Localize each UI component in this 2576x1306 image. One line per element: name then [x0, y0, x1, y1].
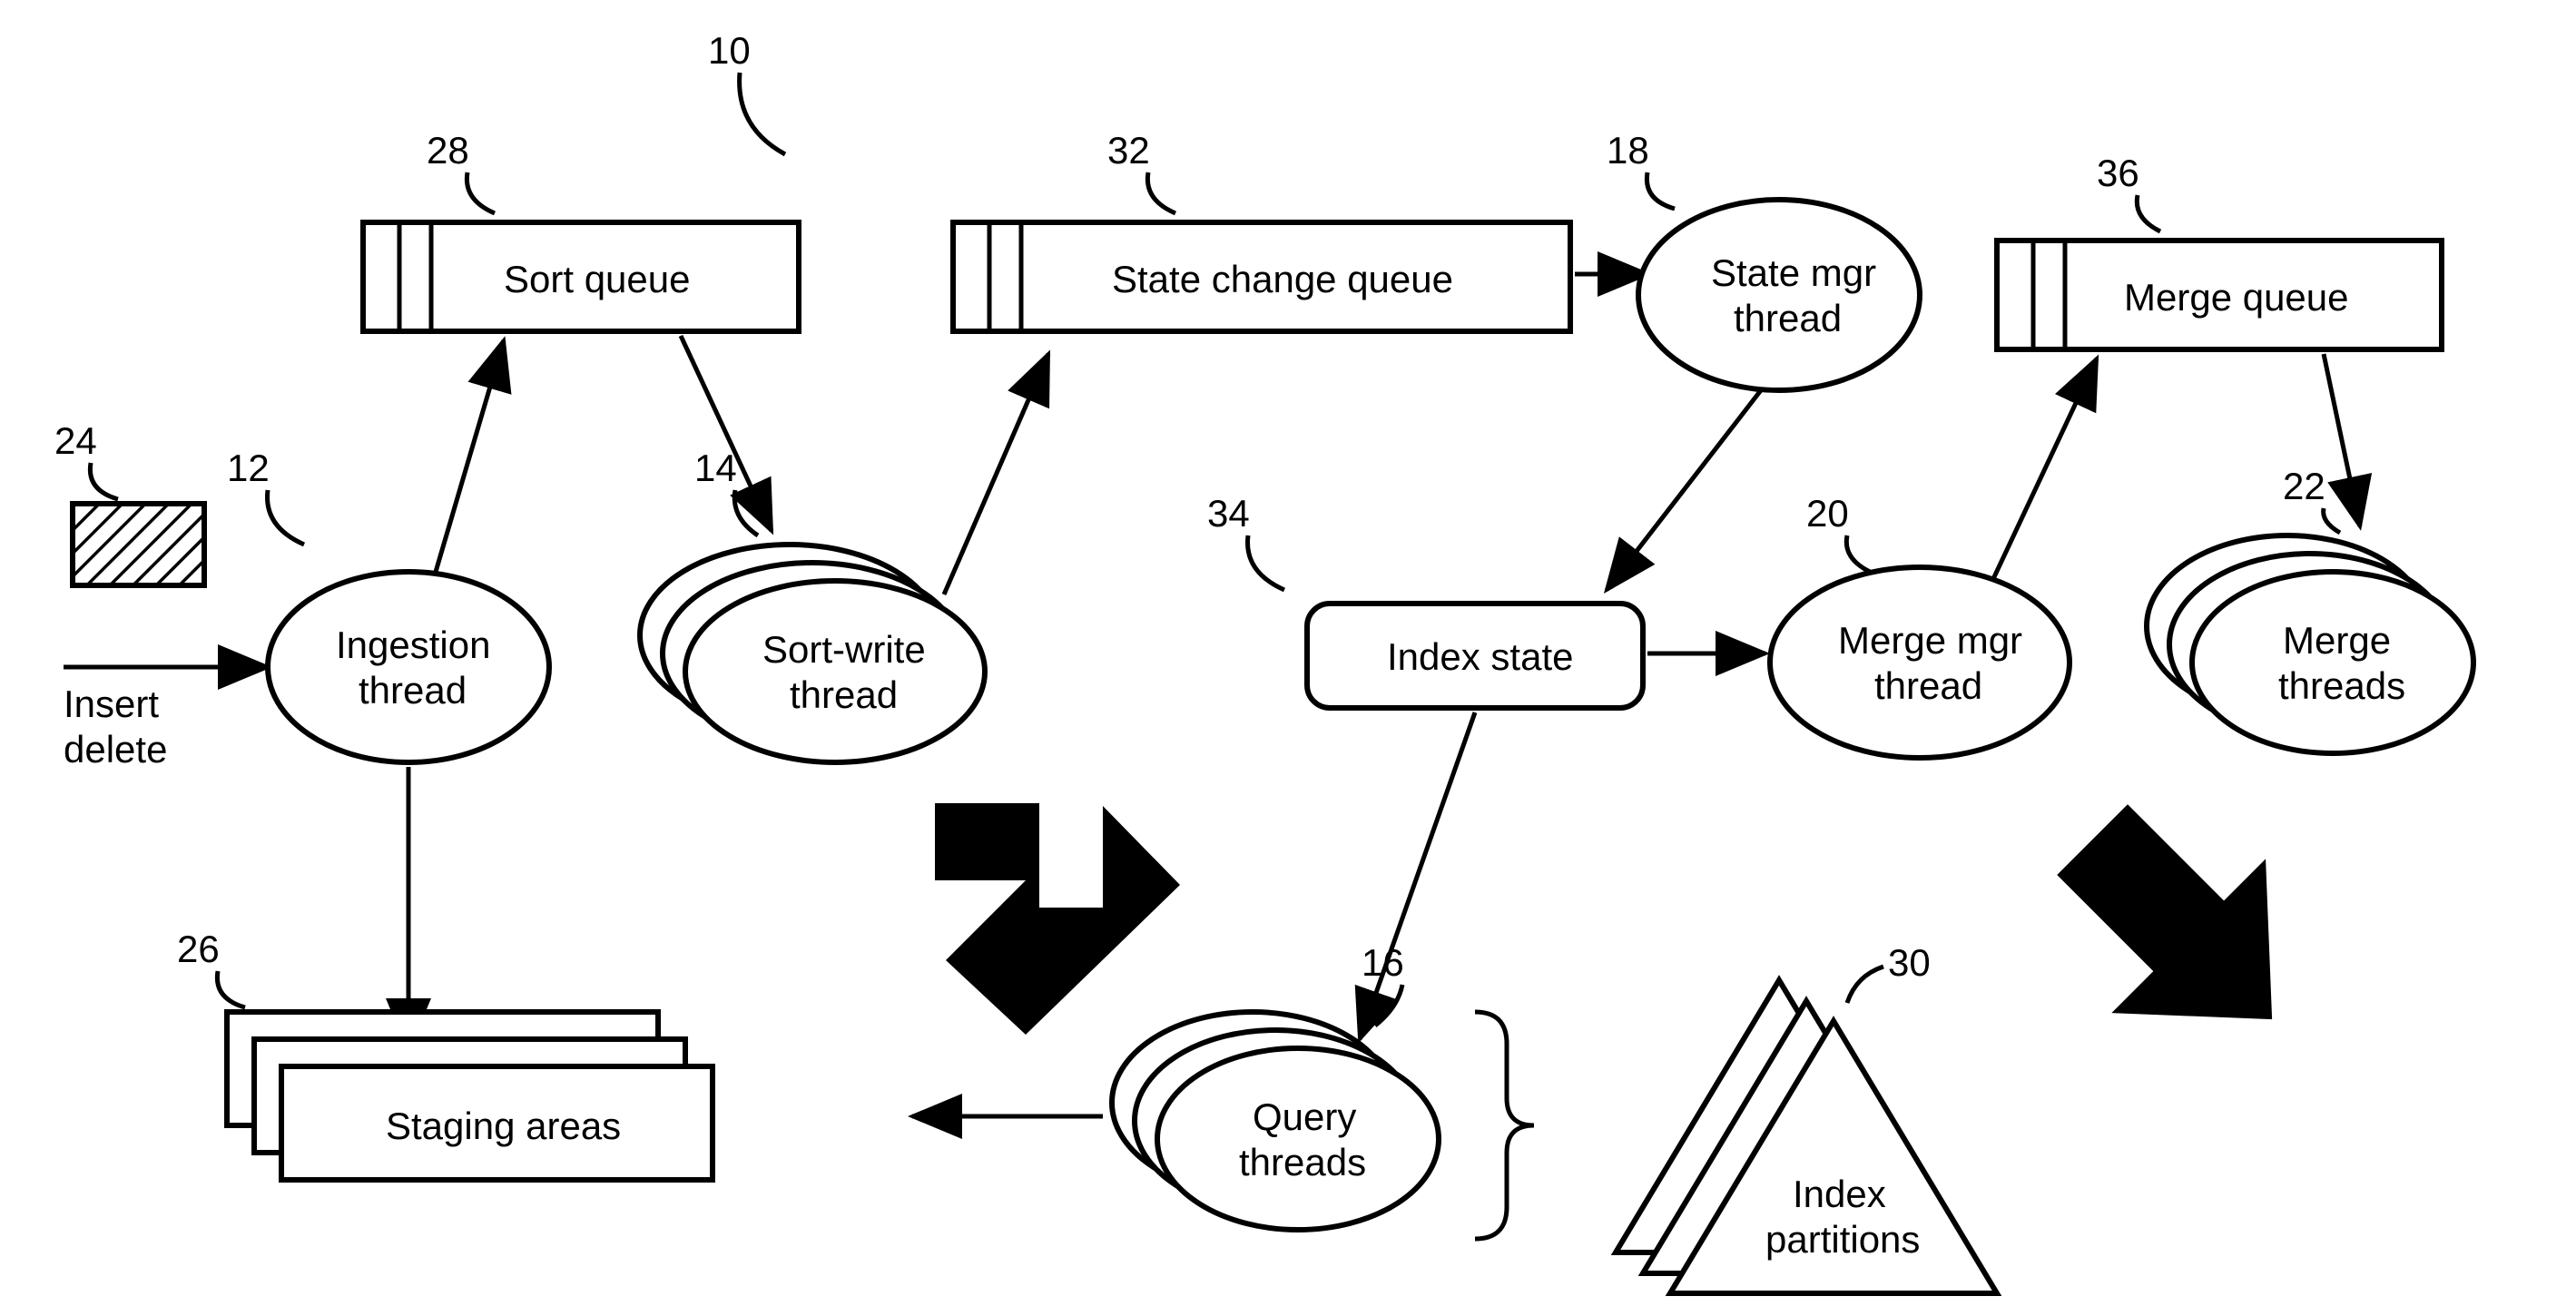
insert-label: Insert	[64, 682, 159, 725]
ingestion-thread-label2: thread	[359, 669, 467, 712]
bold-arrow-right	[2015, 762, 2349, 1096]
sort-write-label1: Sort-write	[762, 628, 926, 671]
ref-12: 12	[227, 447, 270, 489]
ingestion-thread	[268, 572, 549, 762]
state-mgr-thread	[1638, 200, 1920, 390]
index-state-label: Index state	[1387, 635, 1573, 678]
ref-20: 20	[1806, 492, 1849, 535]
insert-delete-box	[73, 504, 204, 585]
ref-18: 18	[1607, 129, 1649, 172]
ref-16: 16	[1362, 941, 1404, 984]
ref-34: 34	[1207, 492, 1250, 535]
merge-threads-label2: threads	[2278, 664, 2405, 707]
sort-queue-label: Sort queue	[504, 258, 691, 300]
ingestion-thread-label1: Ingestion	[336, 624, 490, 666]
ref-32: 32	[1107, 129, 1150, 172]
merge-threads-1	[2192, 572, 2473, 753]
merge-mgr-label1: Merge mgr	[1838, 619, 2022, 662]
merge-mgr-label2: thread	[1874, 664, 1982, 707]
state-change-label: State change queue	[1112, 258, 1453, 300]
bold-arrow-left	[935, 803, 1180, 1035]
query-threads-label1: Query	[1253, 1095, 1356, 1138]
state-mgr-label2: thread	[1734, 297, 1842, 339]
ref-24: 24	[54, 419, 97, 462]
staging-label: Staging areas	[386, 1105, 621, 1147]
architecture-diagram: 10 24 Insert delete Ingestion thread 12 …	[0, 0, 2576, 1306]
sort-write-label2: thread	[790, 673, 898, 716]
ref-30: 30	[1888, 941, 1931, 984]
ref-36: 36	[2097, 152, 2139, 194]
ref-14: 14	[694, 447, 737, 489]
merge-mgr-thread	[1770, 567, 2070, 758]
index-partitions-label1: Index	[1793, 1173, 1886, 1215]
ref-22: 22	[2283, 465, 2325, 507]
sort-write-thread-1	[685, 581, 985, 762]
ref-28: 28	[427, 129, 469, 172]
query-threads-label2: threads	[1239, 1141, 1366, 1183]
ref-10: 10	[708, 29, 751, 72]
query-threads-1	[1157, 1048, 1439, 1230]
delete-label: delete	[64, 728, 167, 771]
merge-threads-label1: Merge	[2283, 619, 2391, 662]
index-partitions-label2: partitions	[1765, 1218, 1920, 1261]
ref-26: 26	[177, 928, 220, 970]
state-mgr-label1: State mgr	[1711, 251, 1876, 294]
merge-queue-label: Merge queue	[2124, 276, 2349, 319]
